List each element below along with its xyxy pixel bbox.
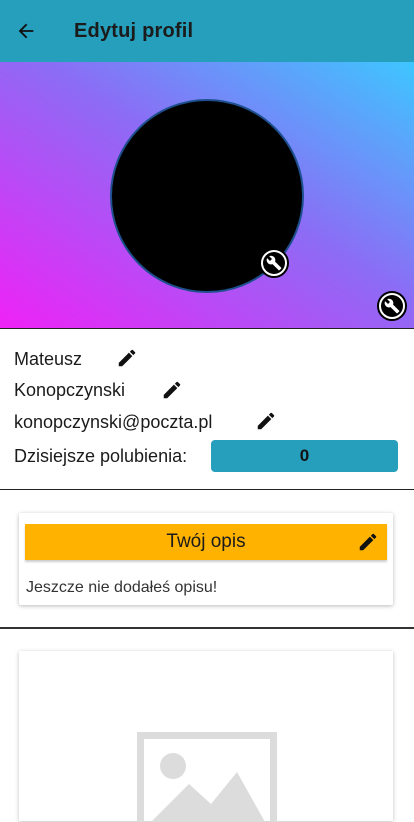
first-name-text: Mateusz (14, 346, 82, 372)
wrench-icon (384, 298, 400, 314)
arrow-left-icon (15, 20, 37, 42)
pencil-icon (161, 379, 183, 401)
email-text: konopczynski@poczta.pl (14, 409, 212, 435)
app-bar: Edytuj profil (0, 0, 414, 62)
edit-description-button[interactable] (355, 529, 381, 555)
change-background-button[interactable] (377, 291, 407, 321)
back-button[interactable] (12, 17, 40, 45)
pencil-icon (357, 531, 379, 553)
likes-label: Dzisiejsze polubienia: (14, 446, 187, 467)
edit-last-name-button[interactable] (159, 377, 185, 403)
pencil-icon (116, 347, 138, 369)
description-card: Twój opis Jeszcze nie dodałeś opisu! (19, 513, 393, 605)
edit-email-button[interactable] (253, 408, 279, 434)
image-placeholder-icon (137, 732, 277, 822)
image-card[interactable] (19, 651, 393, 821)
divider (0, 328, 414, 329)
change-avatar-button[interactable] (259, 248, 289, 278)
description-title: Twój opis (166, 531, 245, 553)
description-text: Jeszcze nie dodałeś opisu! (26, 579, 217, 597)
divider (0, 627, 414, 629)
likes-counter: 0 (211, 440, 398, 472)
divider (0, 489, 414, 490)
description-header: Twój opis (25, 524, 387, 560)
page-title: Edytuj profil (74, 20, 193, 43)
pencil-icon (255, 410, 277, 432)
wrench-icon (266, 255, 282, 271)
likes-value: 0 (300, 446, 309, 466)
edit-first-name-button[interactable] (114, 345, 140, 371)
last-name-text: Konopczynski (14, 377, 125, 403)
